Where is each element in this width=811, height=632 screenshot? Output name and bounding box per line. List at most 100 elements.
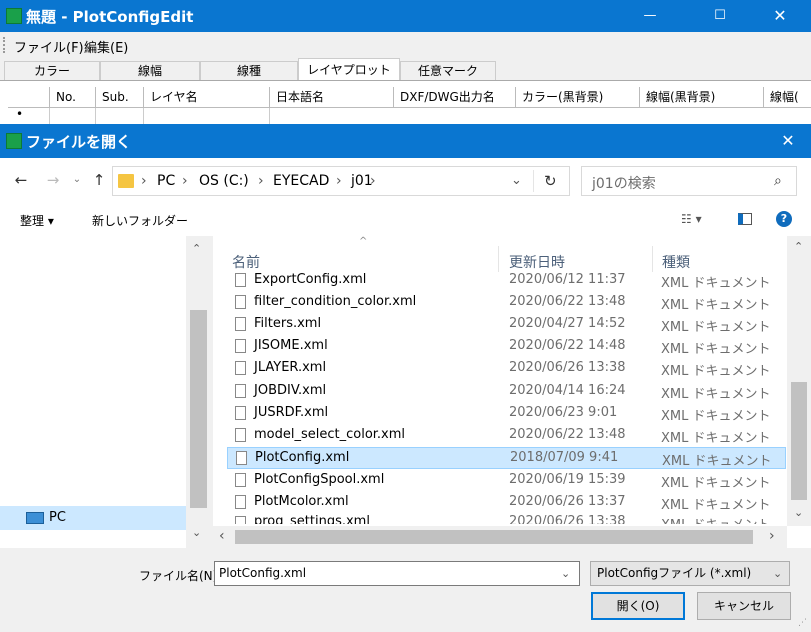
- chevron-down-icon[interactable]: ⌄: [561, 562, 570, 585]
- file-row[interactable]: JISOME.xml 2020/06/22 14:48 XML ドキュメント: [227, 336, 786, 358]
- tab-line-type[interactable]: 線種: [200, 61, 298, 80]
- view-options-icon[interactable]: ☷ ▾: [681, 212, 702, 226]
- file-row[interactable]: Filters.xml 2020/04/27 14:52 XML ドキュメント: [227, 314, 786, 336]
- chevron-right-icon[interactable]: ›: [336, 173, 342, 189]
- breadcrumb-pc[interactable]: PC: [157, 173, 175, 189]
- column-type[interactable]: 種類: [662, 252, 690, 272]
- filename-input[interactable]: PlotConfig.xml ⌄: [214, 561, 580, 586]
- column-divider[interactable]: [652, 246, 653, 272]
- organize-button[interactable]: 整理 ▾: [20, 212, 54, 229]
- main-title-bar[interactable]: 無題 - PlotConfigEdit — ☐ ✕: [0, 0, 811, 32]
- address-bar[interactable]: › PC › OS (C:) › EYECAD › j01 › ⌄ ↻: [112, 166, 570, 196]
- col-width-cut[interactable]: 線幅(: [764, 87, 811, 108]
- file-icon: [235, 428, 246, 442]
- file-row[interactable]: prog_settings.xml 2020/06/26 13:38 XML ドキュ…: [227, 504, 786, 524]
- col-dxf-name[interactable]: DXF/DWG出力名: [394, 87, 516, 108]
- file-date: 2020/06/22 13:48: [509, 427, 626, 442]
- file-name: ExportConfig.xml: [254, 272, 367, 287]
- cancel-button[interactable]: キャンセル: [697, 592, 791, 620]
- menu-edit[interactable]: 編集(E): [84, 37, 128, 56]
- scroll-left-icon[interactable]: ‹: [219, 528, 225, 544]
- menu-file[interactable]: ファイル(F): [14, 37, 84, 56]
- col-no[interactable]: No.: [50, 87, 96, 108]
- file-name: PlotConfigSpool.xml: [254, 472, 385, 487]
- file-list-vertical-scrollbar[interactable]: ⌃ ⌄: [787, 236, 811, 526]
- file-type: XML ドキュメント: [661, 342, 771, 357]
- file-icon: [235, 361, 246, 375]
- search-input[interactable]: j01の検索 ⌕: [581, 166, 797, 196]
- up-arrow-icon[interactable]: ↑: [90, 170, 108, 190]
- column-date[interactable]: 更新日時: [509, 252, 565, 272]
- col-japanese-name[interactable]: 日本語名: [270, 87, 394, 108]
- file-date: 2020/06/23 9:01: [509, 405, 618, 420]
- scroll-thumb[interactable]: [235, 530, 753, 544]
- chevron-right-icon[interactable]: ›: [141, 173, 147, 189]
- maximize-icon[interactable]: ☐: [697, 0, 743, 32]
- file-row[interactable]: PlotConfigSpool.xml 2020/06/19 15:39 XML ド…: [227, 470, 786, 492]
- chevron-down-icon[interactable]: ⌄: [773, 562, 782, 585]
- nav-item-pc[interactable]: PC: [0, 506, 186, 530]
- file-name: Filters.xml: [254, 316, 322, 331]
- breadcrumb-os-c[interactable]: OS (C:): [199, 173, 249, 189]
- main-window-title: 無題 - PlotConfigEdit: [26, 8, 194, 26]
- dialog-title: ファイルを開く: [26, 133, 132, 151]
- tab-custom-mark[interactable]: 任意マーク: [400, 61, 496, 80]
- file-icon: [235, 473, 246, 487]
- chevron-down-icon[interactable]: ⌄: [511, 173, 522, 188]
- col-sub[interactable]: Sub.: [96, 87, 144, 108]
- col-color-black[interactable]: カラー(黒背景): [516, 87, 640, 108]
- dialog-close-icon[interactable]: ✕: [765, 124, 811, 158]
- search-icon[interactable]: ⌕: [774, 173, 782, 189]
- scroll-up-icon[interactable]: ⌃: [192, 242, 201, 255]
- preview-pane-icon[interactable]: [738, 213, 752, 225]
- file-row[interactable]: JUSRDF.xml 2020/06/23 9:01 XML ドキュメント: [227, 403, 786, 425]
- col-layer-name[interactable]: レイヤ名: [144, 87, 270, 108]
- forward-arrow-icon[interactable]: →: [44, 170, 62, 190]
- file-icon: [235, 317, 246, 331]
- file-name: JOBDIV.xml: [254, 383, 327, 398]
- file-row-selected[interactable]: PlotConfig.xml 2018/07/09 9:41 XML ドキュメント: [227, 447, 786, 469]
- file-row[interactable]: JLAYER.xml 2020/06/26 13:38 XML ドキュメント: [227, 358, 786, 380]
- chevron-right-icon[interactable]: ›: [258, 173, 264, 189]
- column-name[interactable]: 名前: [232, 252, 260, 272]
- filetype-select[interactable]: PlotConfigファイル (*.xml) ⌄: [590, 561, 790, 586]
- tab-color[interactable]: カラー: [4, 61, 100, 80]
- breadcrumb-eyecad[interactable]: EYECAD: [273, 173, 329, 189]
- open-button[interactable]: 開く(O): [591, 592, 685, 620]
- dialog-title-bar[interactable]: ファイルを開く ✕: [0, 124, 811, 158]
- tab-line-width[interactable]: 線幅: [100, 61, 200, 80]
- close-icon[interactable]: ✕: [757, 0, 803, 32]
- recent-dropdown-icon[interactable]: ⌄: [68, 170, 86, 190]
- scroll-down-icon[interactable]: ⌄: [794, 506, 803, 519]
- tab-layer-plot[interactable]: レイヤプロット: [298, 58, 400, 80]
- scroll-thumb[interactable]: [791, 382, 807, 500]
- file-row[interactable]: filter_condition_color.xml 2020/06/22 13:…: [227, 292, 786, 314]
- file-row[interactable]: model_select_color.xml 2020/06/22 13:48 XM…: [227, 425, 786, 447]
- file-row[interactable]: JOBDIV.xml 2020/04/14 16:24 XML ドキュメント: [227, 381, 786, 403]
- resize-grip-icon[interactable]: ⋰: [798, 618, 807, 628]
- scroll-up-icon[interactable]: ⌃: [794, 240, 803, 253]
- file-name: prog_settings.xml: [254, 514, 370, 524]
- file-list: ^ 名前 更新日時 種類 ExportConfig.xml 2020/06/12 …: [213, 236, 811, 548]
- menu-grip: [3, 37, 5, 53]
- nav-item-label: PC: [49, 510, 66, 525]
- chevron-right-icon[interactable]: ›: [370, 173, 376, 189]
- col-width-black[interactable]: 線幅(黒背景): [640, 87, 764, 108]
- navigation-scrollbar[interactable]: ⌃ ⌄: [186, 236, 211, 548]
- file-icon: [235, 384, 246, 398]
- file-list-horizontal-scrollbar[interactable]: ‹ ›: [213, 526, 787, 548]
- scroll-down-icon[interactable]: ⌄: [192, 526, 201, 539]
- file-date: 2018/07/09 9:41: [510, 450, 619, 465]
- scroll-thumb[interactable]: [190, 310, 207, 508]
- new-folder-button[interactable]: 新しいフォルダー: [92, 212, 188, 229]
- file-row[interactable]: ExportConfig.xml 2020/06/12 11:37 XML ドキュメ…: [227, 270, 786, 292]
- minimize-icon[interactable]: —: [627, 0, 673, 32]
- open-file-dialog: ファイルを開く ✕ ← → ⌄ ↑ › PC › OS (C:) › EYECA…: [0, 124, 811, 632]
- back-arrow-icon[interactable]: ←: [12, 170, 30, 190]
- navigation-pane: PC: [0, 236, 211, 548]
- help-icon[interactable]: ?: [776, 211, 792, 227]
- refresh-icon[interactable]: ↻: [544, 172, 557, 190]
- column-divider[interactable]: [498, 246, 499, 272]
- scroll-right-icon[interactable]: ›: [769, 528, 775, 544]
- chevron-right-icon[interactable]: ›: [182, 173, 188, 189]
